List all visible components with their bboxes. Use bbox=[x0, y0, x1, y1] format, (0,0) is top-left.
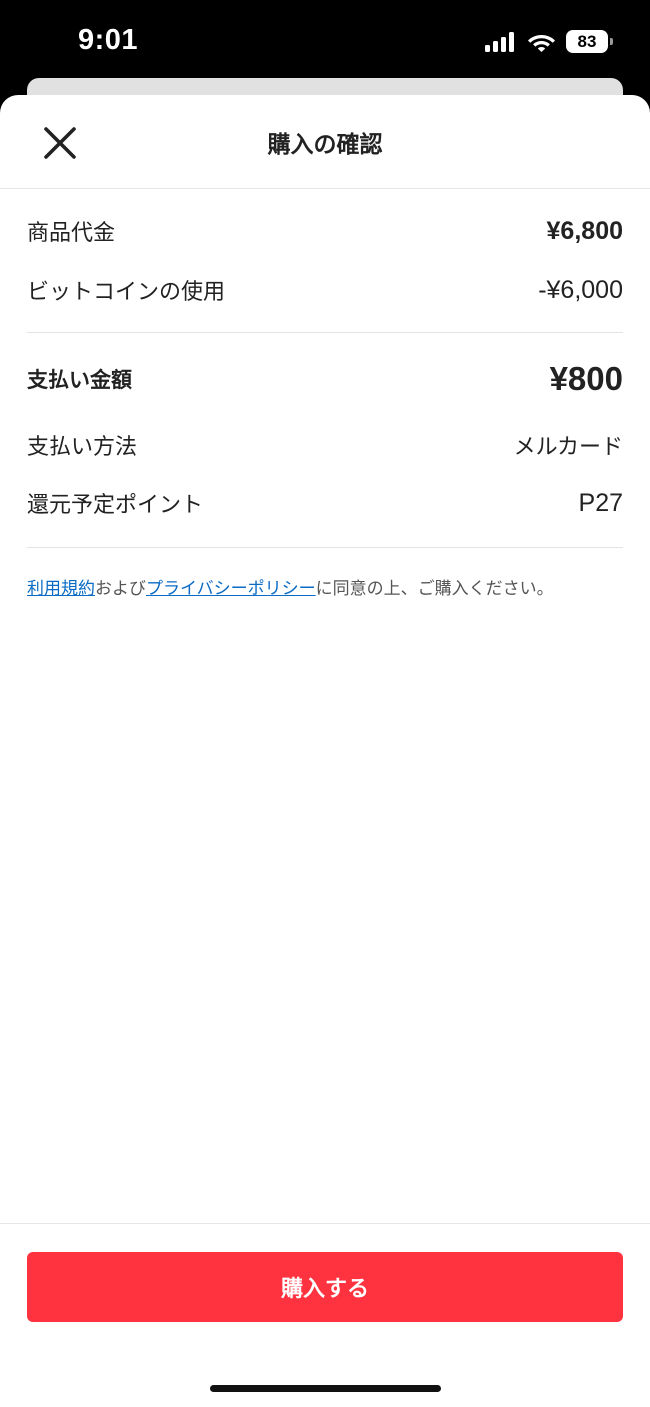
payment-method-row: 支払い方法 メルカード bbox=[27, 429, 623, 461]
purchase-button[interactable]: 購入する bbox=[27, 1252, 623, 1322]
total-value: ¥800 bbox=[549, 360, 623, 397]
points-value: P27 bbox=[578, 488, 623, 517]
page-title: 購入の確認 bbox=[267, 132, 383, 158]
footer-divider bbox=[0, 1223, 650, 1224]
payment-method-value: メルカード bbox=[513, 435, 623, 460]
battery-level: 83 bbox=[577, 31, 597, 51]
bitcoin-row: ビットコインの使用 -¥6,000 bbox=[27, 274, 623, 306]
cellular-signal-icon bbox=[485, 31, 514, 52]
total-label: 支払い金額 bbox=[27, 368, 132, 392]
bitcoin-label: ビットコインの使用 bbox=[27, 280, 226, 305]
points-label: 還元予定ポイント bbox=[27, 493, 204, 518]
consent-and: および bbox=[95, 579, 146, 599]
sheet-header: 購入の確認 bbox=[0, 95, 650, 189]
status-icons: 83 bbox=[485, 30, 613, 53]
status-bar: 9:01 83 bbox=[0, 0, 650, 90]
payment-method-label: 支払い方法 bbox=[27, 435, 138, 460]
terms-link[interactable]: 利用規約 bbox=[27, 579, 95, 599]
wifi-icon bbox=[528, 35, 555, 52]
purchase-confirm-sheet: 購入の確認 商品代金 ¥6,800 ビットコインの使用 -¥6,000 支払い金… bbox=[0, 95, 650, 1407]
battery-icon: 83 bbox=[566, 30, 613, 53]
points-row: 還元予定ポイント P27 bbox=[27, 487, 623, 519]
consent-text: 利用規約およびプライバシーポリシーに同意の上、ご購入ください。 bbox=[27, 574, 627, 599]
item-price-label: 商品代金 bbox=[27, 221, 116, 246]
total-row: 支払い金額 ¥800 bbox=[27, 360, 623, 398]
bitcoin-value: -¥6,000 bbox=[538, 275, 623, 304]
status-time: 9:01 bbox=[78, 24, 139, 56]
item-price-row: 商品代金 ¥6,800 bbox=[27, 215, 623, 247]
home-indicator bbox=[210, 1385, 441, 1392]
divider bbox=[27, 332, 623, 333]
item-price-value: ¥6,800 bbox=[546, 216, 623, 245]
consent-rest: に同意の上、ご購入ください。 bbox=[315, 579, 554, 599]
divider bbox=[27, 547, 623, 548]
privacy-policy-link[interactable]: プライバシーポリシー bbox=[146, 579, 316, 599]
